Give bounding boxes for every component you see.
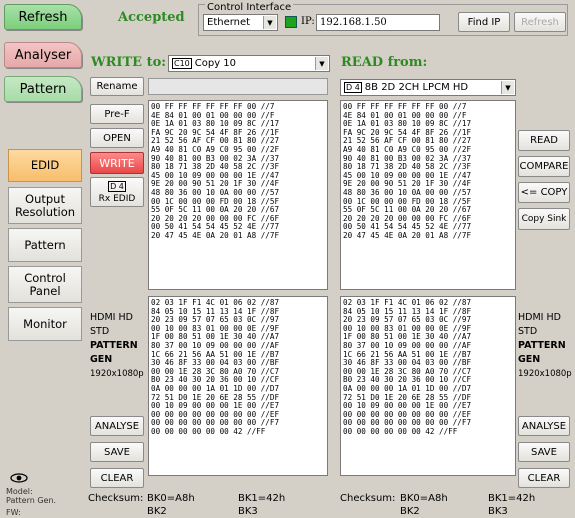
chevron-down-icon: ▼	[315, 57, 328, 70]
write-checksum-label: Checksum:	[88, 493, 144, 504]
read-source-name: 8B 2D 2CH LPCM HD	[364, 82, 469, 93]
rx-edid-label: Rx EDID	[98, 193, 136, 204]
find-ip-button[interactable]: Find IP	[458, 12, 510, 32]
read-from-label: READ from:	[341, 55, 428, 70]
info-line3: PATTERN	[90, 340, 138, 351]
open-button[interactable]: OPEN	[90, 128, 144, 148]
write-bk1: BK1=42h	[238, 493, 286, 504]
info-line1: HDMI HD	[518, 312, 561, 323]
write-hex-block1[interactable]: 02 03 1F F1 4C 01 06 02 //87 84 05 10 15…	[148, 296, 328, 476]
info-line5: 1920x1080p	[90, 369, 144, 379]
write-edid-info: HDMI HD STD PATTERN GEN 1920x1080p	[90, 311, 144, 381]
model-value: Pattern Gen.	[6, 496, 57, 505]
write-bk0: BK0=A8h	[147, 493, 195, 504]
sidebar-item-output-resolution[interactable]: Output Resolution	[8, 187, 82, 224]
write-bk2: BK2	[147, 506, 167, 517]
interface-select[interactable]: Ethernet ▼	[203, 14, 278, 31]
status-text: Accepted	[118, 10, 185, 25]
read-hex-block1[interactable]: 02 03 1F F1 4C 01 06 02 //87 84 05 10 15…	[340, 296, 516, 476]
copy-sink-button[interactable]: Copy Sink	[518, 208, 570, 230]
write-button[interactable]: WRITE	[90, 152, 144, 174]
info-line2: STD	[90, 326, 110, 337]
interface-select-value: Ethernet	[207, 17, 251, 28]
read-checksum-label: Checksum:	[340, 493, 396, 504]
rename-button[interactable]: Rename	[90, 77, 144, 96]
pre-f-button[interactable]: Pre-F	[90, 104, 144, 124]
write-to-label: WRITE to:	[91, 55, 167, 70]
ip-label: IP:	[301, 16, 315, 27]
write-analyse-button[interactable]: ANALYSE	[90, 416, 144, 436]
read-source-select[interactable]: D 4 8B 2D 2CH LPCM HD ▼	[340, 79, 516, 96]
rx-edid-button[interactable]: D 4 Rx EDID	[90, 177, 144, 207]
copy-button[interactable]: <= COPY	[518, 182, 570, 203]
eye-icon[interactable]	[10, 473, 28, 483]
chevron-down-icon: ▼	[501, 81, 514, 94]
compare-button[interactable]: COMPARE	[518, 156, 570, 177]
sidebar-item-monitor[interactable]: Monitor	[8, 307, 82, 341]
read-bk2: BK2	[400, 506, 420, 517]
refresh-tab[interactable]: Refresh	[4, 4, 82, 30]
read-analyse-button[interactable]: ANALYSE	[518, 416, 570, 436]
write-clear-button[interactable]: CLEAR	[90, 468, 144, 488]
info-line4: GEN	[90, 354, 113, 365]
read-save-button[interactable]: SAVE	[518, 442, 570, 462]
write-bk3: BK3	[238, 506, 258, 517]
chevron-down-icon: ▼	[263, 16, 276, 29]
sidebar-item-edid[interactable]: EDID	[8, 149, 82, 182]
control-interface-title: Control Interface	[205, 2, 294, 13]
read-bk1: BK1=42h	[488, 493, 536, 504]
read-button[interactable]: READ	[518, 130, 570, 151]
pattern-tab[interactable]: Pattern	[4, 76, 82, 102]
write-slot-tag: C10	[172, 58, 192, 69]
read-hex-block0[interactable]: 00 FF FF FF FF FF FF 00 //7 4E 84 01 00 …	[340, 100, 516, 290]
write-hex-block0[interactable]: 00 FF FF FF FF FF FF 00 //7 4E 84 01 00 …	[148, 100, 328, 290]
model-label: Model:	[6, 487, 33, 496]
ip-input[interactable]: 192.168.1.50	[316, 14, 440, 31]
write-save-button[interactable]: SAVE	[90, 442, 144, 462]
info-line1: HDMI HD	[90, 312, 133, 323]
info-line2: STD	[518, 326, 538, 337]
info-line3: PATTERN	[518, 340, 566, 351]
analyser-tab[interactable]: Analyser	[4, 42, 82, 68]
info-line4: GEN	[518, 354, 541, 365]
read-clear-button[interactable]: CLEAR	[518, 468, 570, 488]
rename-field[interactable]	[148, 78, 328, 95]
rx-edid-tag: D 4	[108, 180, 126, 192]
read-bk0: BK0=A8h	[400, 493, 448, 504]
read-bk3: BK3	[488, 506, 508, 517]
write-slot-select[interactable]: C10 Copy 10 ▼	[168, 55, 330, 72]
sidebar-item-pattern[interactable]: Pattern	[8, 228, 82, 262]
sidebar-item-control-panel[interactable]: Control Panel	[8, 266, 82, 303]
read-source-tag: D 4	[344, 82, 362, 93]
fw-label: FW:	[6, 508, 21, 517]
info-line5: 1920x1080p	[518, 369, 572, 379]
write-slot-name: Copy 10	[194, 58, 237, 69]
refresh-button[interactable]: Refresh	[514, 12, 566, 32]
connection-status-indicator	[285, 16, 297, 28]
read-edid-info: HDMI HD STD PATTERN GEN 1920x1080p	[518, 311, 572, 381]
